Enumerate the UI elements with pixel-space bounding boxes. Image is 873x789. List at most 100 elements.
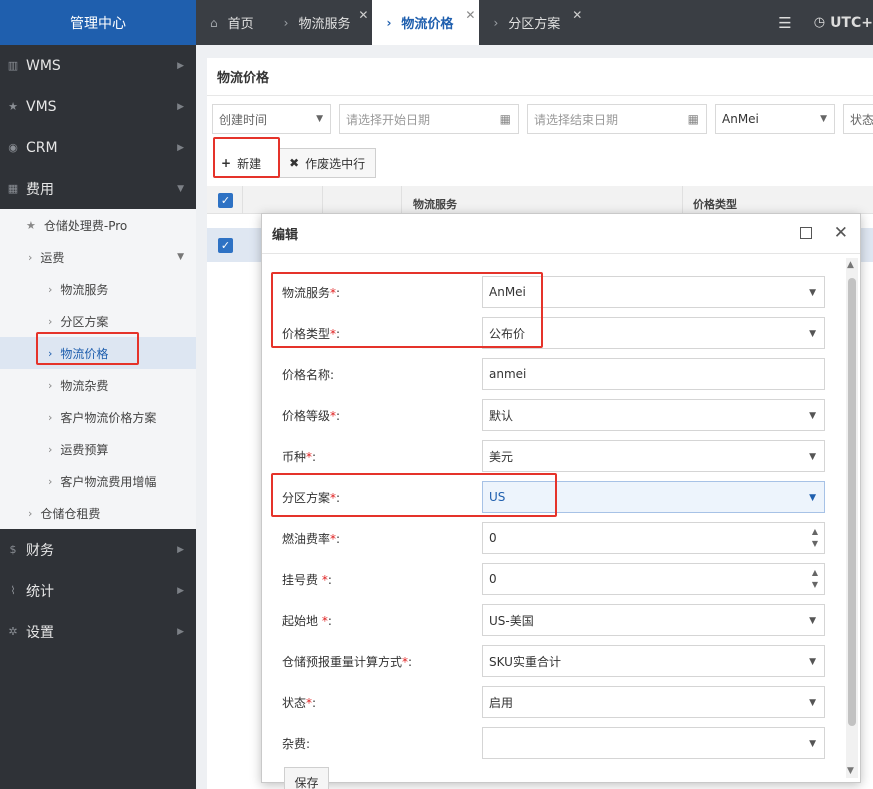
- chevron-right-icon: ▶: [177, 585, 184, 596]
- sidebar-item-wms[interactable]: ▥ WMS ▶: [0, 45, 196, 86]
- sidebar-item-label: 物流杂费: [60, 378, 109, 393]
- sidebar-item-label: VMS: [26, 98, 57, 115]
- status-select[interactable]: 启用 ▼: [482, 686, 825, 718]
- dialog-header: 编辑 ✕: [262, 214, 860, 254]
- price-level-value: 默认: [489, 408, 514, 423]
- tab-logistics-service[interactable]: › 物流服务 ✕: [270, 0, 373, 45]
- currency-select[interactable]: 美元 ▼: [482, 440, 825, 472]
- sidebar-item-finance[interactable]: $ 财务 ▶: [0, 529, 196, 570]
- zone-scheme-select[interactable]: US ▼: [482, 481, 825, 513]
- origin-value: US-美国: [489, 613, 534, 628]
- timezone-label[interactable]: UTC+: [830, 15, 873, 31]
- select-all-checkbox[interactable]: ✓: [218, 193, 233, 208]
- close-icon[interactable]: ✕: [465, 8, 475, 22]
- sidebar-item-freight[interactable]: › 运费 ▼: [0, 241, 196, 273]
- sidebar-item-stats[interactable]: ⌇ 统计 ▶: [0, 570, 196, 611]
- form-row-price-level: 价格等级*: 默认 ▼: [262, 398, 842, 432]
- sidebar-item-warehouse-rent[interactable]: › 仓储仓租费: [0, 497, 196, 529]
- misc-fee-select[interactable]: ▼: [482, 727, 825, 759]
- tab-zone-scheme[interactable]: › 分区方案 ✕: [479, 0, 586, 45]
- origin-select[interactable]: US-美国 ▼: [482, 604, 825, 636]
- sidebar-item-label: 财务: [26, 542, 54, 559]
- close-icon[interactable]: ✕: [358, 8, 368, 22]
- created-time-select[interactable]: 创建时间 ▼: [212, 104, 331, 134]
- sidebar-item-label: WMS: [26, 57, 61, 74]
- tab-logistics-price[interactable]: › 物流价格 ✕: [372, 0, 480, 45]
- calendar-icon: ▦: [687, 112, 699, 126]
- sidebar-item-zone-scheme[interactable]: › 分区方案: [0, 305, 196, 337]
- sidebar-item-fees[interactable]: ▦ 费用 ▼: [0, 168, 196, 209]
- scroll-down-icon[interactable]: ▼: [847, 766, 854, 776]
- status-filter-select[interactable]: 状态: [843, 104, 873, 134]
- currency-value: 美元: [489, 449, 514, 464]
- caret-down-icon: ▼: [809, 616, 816, 626]
- chevron-right-icon: ›: [48, 314, 53, 328]
- col-price-type-header[interactable]: 价格类型: [693, 196, 737, 212]
- scroll-up-icon[interactable]: ▲: [847, 260, 854, 270]
- star-icon: ★: [8, 100, 18, 113]
- menu-collapse-icon[interactable]: ☰: [778, 14, 791, 32]
- field-label: 币种*:: [282, 450, 317, 464]
- sidebar-item-logistics-service[interactable]: › 物流服务: [0, 273, 196, 305]
- chevron-right-icon: ›: [48, 282, 53, 296]
- price-name-input[interactable]: anmei: [482, 358, 825, 390]
- sidebar-item-label: 物流价格: [60, 346, 109, 361]
- sidebar-item-storage-pro[interactable]: ★ 仓储处理费-Pro: [0, 209, 196, 241]
- service-filter-value: AnMei: [722, 112, 759, 126]
- caret-down-icon: ▼: [316, 114, 323, 124]
- void-selected-button[interactable]: ✖ 作废选中行: [278, 148, 377, 178]
- chevron-right-icon: ▶: [177, 626, 184, 637]
- sidebar-item-customer-fee-increase[interactable]: › 客户物流费用增幅: [0, 465, 196, 497]
- created-time-value: 创建时间: [219, 112, 268, 127]
- form-row-zone-scheme: 分区方案*: US ▼: [262, 480, 842, 514]
- chevron-right-icon: ▶: [177, 544, 184, 555]
- service-filter-select[interactable]: AnMei ▼: [715, 104, 835, 134]
- sidebar-item-freight-budget[interactable]: › 运费预算: [0, 433, 196, 465]
- sidebar-item-label: 客户物流费用增幅: [60, 474, 157, 489]
- scroll-thumb[interactable]: [848, 278, 856, 726]
- sidebar-item-label: 客户物流价格方案: [60, 410, 157, 425]
- field-label: 起始地 *:: [282, 614, 332, 628]
- chevron-right-icon: ›: [386, 15, 392, 30]
- chevron-right-icon: ›: [48, 346, 53, 360]
- weight-calc-select[interactable]: SKU实重合计 ▼: [482, 645, 825, 677]
- price-type-select[interactable]: 公布价 ▼: [482, 317, 825, 349]
- registration-fee-input[interactable]: 0 ▲ ▼: [482, 563, 825, 595]
- new-button-label: 新建: [237, 156, 262, 171]
- end-date-placeholder: 请选择结束日期: [534, 112, 619, 127]
- save-button[interactable]: 保存: [284, 767, 329, 789]
- col-service-header[interactable]: 物流服务: [413, 196, 457, 212]
- chevron-right-icon: ›: [28, 506, 33, 520]
- price-level-select[interactable]: 默认 ▼: [482, 399, 825, 431]
- form-row-misc-fee: 杂费: ▼: [262, 726, 842, 760]
- close-icon[interactable]: ✕: [572, 8, 582, 22]
- row-checkbox[interactable]: ✓: [218, 238, 233, 253]
- sidebar-item-crm[interactable]: ◉ CRM ▶: [0, 127, 196, 168]
- chevron-right-icon: ›: [48, 378, 53, 392]
- spinner-icon[interactable]: ▲ ▼: [812, 567, 818, 591]
- fuel-rate-input[interactable]: 0 ▲ ▼: [482, 522, 825, 554]
- spinner-icon[interactable]: ▲ ▼: [812, 526, 818, 550]
- tab-home[interactable]: ⌂ 首页: [196, 0, 270, 45]
- sidebar-item-logistics-price[interactable]: › 物流价格: [0, 337, 196, 369]
- end-date-input[interactable]: 请选择结束日期 ▦: [527, 104, 707, 134]
- sidebar-item-vms[interactable]: ★ VMS ▶: [0, 86, 196, 127]
- dialog-scrollbar[interactable]: ▲ ▼: [846, 258, 858, 778]
- status-filter-value: 状态: [850, 112, 873, 127]
- start-date-input[interactable]: 请选择开始日期 ▦: [339, 104, 519, 134]
- dollar-icon: $: [9, 543, 17, 556]
- caret-down-icon: ▼: [809, 329, 816, 339]
- caret-down-icon: ▼: [809, 288, 816, 298]
- sidebar-item-customer-price-plan[interactable]: › 客户物流价格方案: [0, 401, 196, 433]
- page-title: 物流价格: [207, 58, 873, 96]
- maximize-icon[interactable]: [800, 227, 812, 239]
- top-right-tools: ☰ ◷ UTC+: [778, 0, 873, 45]
- service-select[interactable]: AnMei ▼: [482, 276, 825, 308]
- sidebar-item-settings[interactable]: ✲ 设置 ▶: [0, 611, 196, 652]
- sidebar-item-logistics-misc[interactable]: › 物流杂费: [0, 369, 196, 401]
- close-icon: ✖: [289, 156, 300, 170]
- form-row-currency: 币种*: 美元 ▼: [262, 439, 842, 473]
- close-icon[interactable]: ✕: [834, 223, 848, 243]
- field-label: 物流服务*:: [282, 286, 341, 300]
- new-button[interactable]: + 新建: [212, 148, 270, 178]
